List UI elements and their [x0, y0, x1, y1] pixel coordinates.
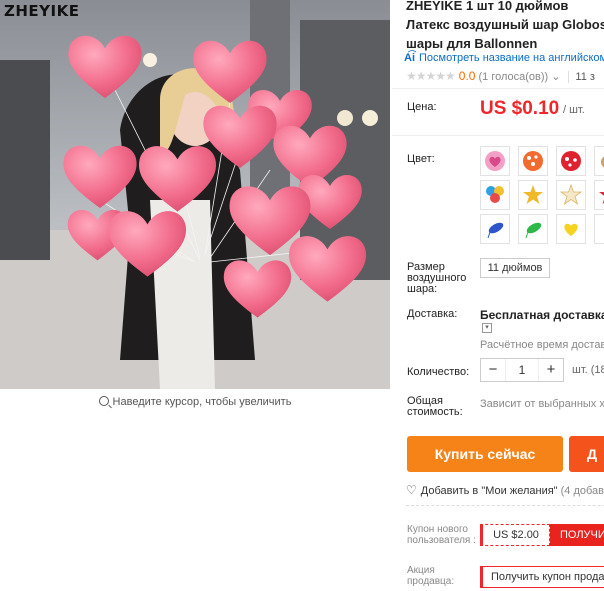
orders-count: 11 з — [568, 71, 595, 83]
swatch-star-gold[interactable] — [518, 180, 548, 210]
total-value: Зависит от выбранных ха — [480, 398, 604, 410]
total-label: Общая стоимость: — [407, 395, 463, 418]
quantity-stepper: − 1 + — [480, 358, 564, 382]
rating-value: 0.0 — [458, 69, 476, 83]
seller-promo-label: Акция продавца: — [407, 565, 455, 587]
magnifier-icon — [98, 396, 109, 406]
quantity-unit: шт. (18 — [572, 364, 604, 376]
swatch-star-white[interactable] — [556, 180, 586, 210]
size-label: Размер воздушного шара: — [407, 261, 467, 295]
translate-link-text: Посмотреть название на английском — [419, 52, 604, 64]
new-user-coupon-label: Купон нового пользователя : — [407, 524, 476, 546]
divider — [406, 505, 604, 506]
rating-count: (1 голоса(ов)) — [478, 71, 549, 83]
swatch-red-dot[interactable] — [556, 146, 586, 176]
wishlist-count: (4 добав — [560, 485, 604, 497]
swatch-dog[interactable] — [594, 146, 604, 176]
swatch-purple-long[interactable] — [594, 214, 604, 244]
size-option[interactable]: 11 дюймов — [480, 258, 550, 278]
swatch-yellow-heart[interactable] — [556, 214, 586, 244]
quantity-input[interactable]: 1 — [505, 359, 539, 381]
product-info-panel: ZHEYIKE 1 шт 10 дюймов Латекс воздушный … — [392, 0, 604, 591]
zoom-hint: Наведите курсор, чтобы увеличить — [0, 396, 390, 408]
quantity-minus-button[interactable]: − — [481, 359, 505, 381]
price-label: Цена: — [407, 101, 437, 113]
price-value: US $0.10 — [480, 98, 560, 119]
shipping-label: Доставка: — [407, 308, 458, 320]
color-label: Цвет: — [407, 153, 435, 165]
add-to-wishlist[interactable]: ♡ Добавить в "Мои желания" (4 добав — [406, 483, 604, 497]
swatch-green-long[interactable] — [518, 214, 548, 244]
heart-icon: ♡ — [406, 483, 417, 497]
swatch-orange-dot[interactable] — [518, 146, 548, 176]
quantity-plus-button[interactable]: + — [539, 359, 563, 381]
get-seller-coupon-button[interactable]: Получить купон прода — [480, 566, 604, 588]
balloon-photo — [0, 0, 390, 389]
star-rating-icon: ★★★★★ — [406, 69, 456, 83]
swatch-pink-heart[interactable] — [480, 146, 510, 176]
shipping-dropdown-icon[interactable]: ▾ — [482, 323, 492, 333]
add-to-cart-button[interactable]: Д — [569, 436, 604, 472]
swatch-multicolor[interactable] — [480, 180, 510, 210]
swatch-blue-long[interactable] — [480, 214, 510, 244]
translate-icon: A͡i — [404, 52, 415, 64]
product-main-image[interactable]: ZHEYIKE — [0, 0, 390, 389]
wishlist-text: Добавить в "Мои желания" — [420, 485, 558, 497]
swatch-star-red[interactable] — [594, 180, 604, 210]
buy-now-button[interactable]: Купить сейчас — [407, 436, 563, 472]
shipping-value[interactable]: Бесплатная доставка в — [480, 308, 604, 322]
delivery-time: Расчётное время доставки — [480, 339, 604, 351]
new-user-coupon-value: US $2.00 — [480, 524, 550, 546]
price-unit: / шт. — [563, 104, 585, 116]
image-watermark: ZHEYIKE — [4, 2, 80, 20]
zoom-hint-text: Наведите курсор, чтобы увеличить — [112, 396, 292, 408]
chevron-down-icon: ⌄ — [551, 71, 561, 83]
translate-title-link[interactable]: A͡i Посмотреть название на английском — [404, 52, 604, 64]
quantity-label: Количество: — [407, 366, 470, 378]
rating-row[interactable]: ★★★★★ 0.0 (1 голоса(ов)) ⌄ 11 з — [406, 69, 595, 83]
product-title: ZHEYIKE 1 шт 10 дюймов Латекс воздушный … — [406, 0, 604, 51]
get-coupon-button[interactable]: ПОЛУЧИ — [550, 524, 604, 546]
